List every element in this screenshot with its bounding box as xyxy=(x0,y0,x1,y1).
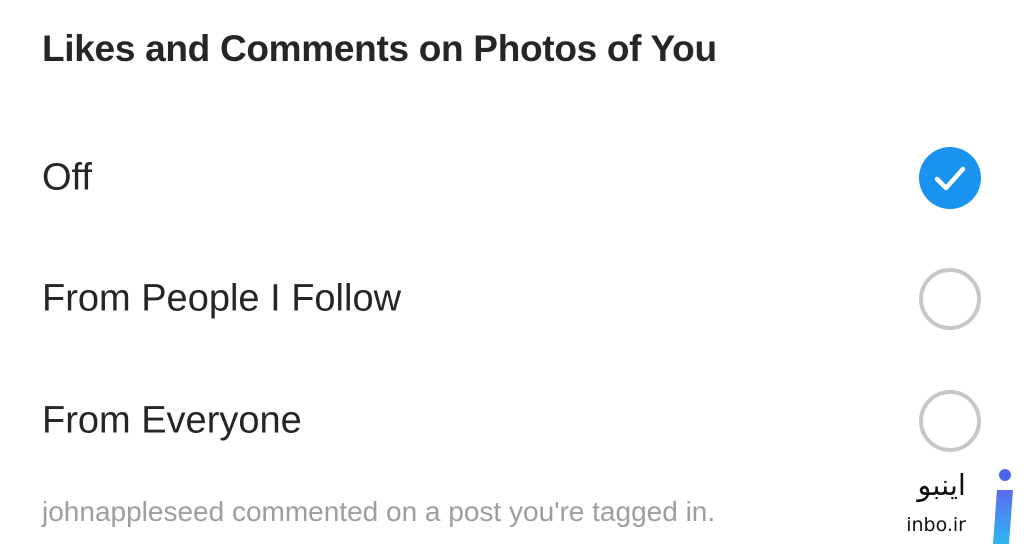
notification-settings-page: Likes and Comments on Photos of You Off … xyxy=(0,0,1024,546)
radio-unselected-icon[interactable] xyxy=(919,390,981,452)
option-off[interactable]: Off xyxy=(0,138,1024,218)
option-label: Off xyxy=(42,156,92,199)
watermark-persian-text: اینبو xyxy=(917,468,966,502)
checkmark-icon xyxy=(934,166,966,191)
inbo-logo-icon xyxy=(993,469,1013,544)
option-from-people-i-follow[interactable]: From People I Follow xyxy=(0,259,1024,339)
option-label: From Everyone xyxy=(42,399,302,442)
section-title: Likes and Comments on Photos of You xyxy=(42,28,717,69)
radio-unselected-icon[interactable] xyxy=(919,268,981,330)
radio-selected-checkmark-icon[interactable] xyxy=(919,147,981,209)
option-from-everyone[interactable]: From Everyone xyxy=(0,381,1024,461)
watermark-url-text: inbo.ir xyxy=(906,514,966,536)
example-notification-text: johnappleseed commented on a post you're… xyxy=(42,496,716,527)
option-label: From People I Follow xyxy=(42,277,402,320)
watermark: اینبو inbo.ir xyxy=(878,460,1024,546)
